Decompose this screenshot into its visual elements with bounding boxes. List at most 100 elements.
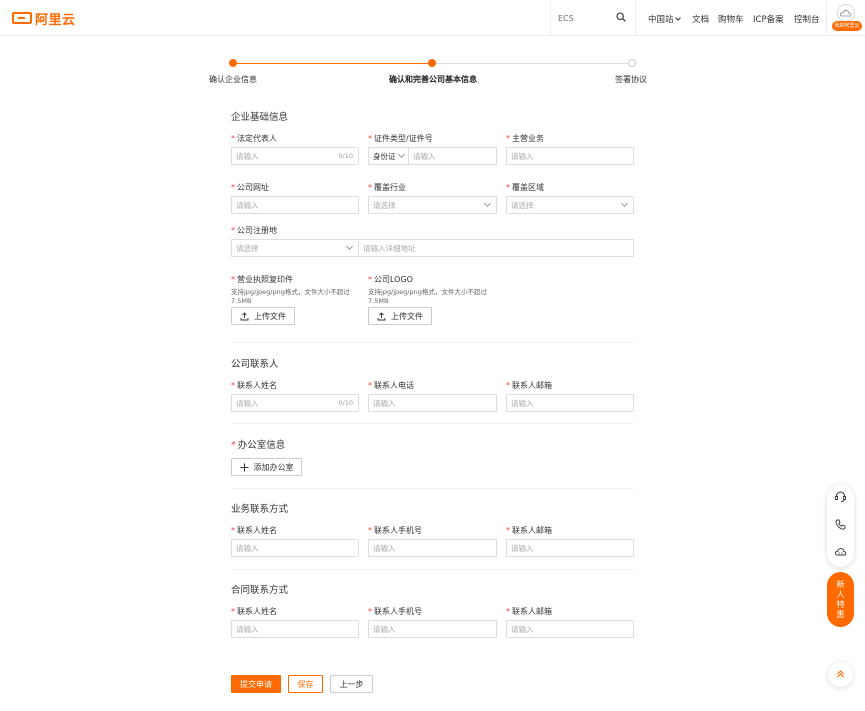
aliyun-logo[interactable]: 阿里云: [12, 10, 76, 28]
website-input[interactable]: [236, 199, 352, 211]
promo-char: 新: [836, 579, 845, 589]
nav-cart[interactable]: 购物车: [718, 13, 744, 25]
step-line-done: [237, 63, 432, 64]
section-contract-contact-title: 合同联系方式: [231, 585, 289, 596]
legal-rep-label: * 法定代表人: [231, 134, 277, 143]
license-hint: 支持jpg/jpeg/png格式，文件大小不超过7.5MB: [231, 288, 350, 305]
nav-console[interactable]: 控制台: [794, 13, 820, 25]
contract-mobile-field[interactable]: [368, 620, 497, 638]
legal-rep-input[interactable]: [236, 150, 352, 162]
contract-name-input[interactable]: [236, 623, 352, 635]
legal-rep-field[interactable]: 0/10: [231, 147, 359, 165]
new-user-promo-button[interactable]: 新 人 特 惠: [827, 572, 854, 627]
contract-mobile-input[interactable]: [373, 623, 490, 635]
website-field[interactable]: [231, 196, 359, 214]
contact-name-field[interactable]: 0/10: [231, 394, 359, 412]
contract-name-field[interactable]: [231, 620, 359, 638]
region-placeholder: 请选择: [511, 201, 534, 210]
cloud-icon[interactable]: [834, 545, 847, 558]
id-number-field[interactable]: [408, 147, 497, 165]
search-input[interactable]: [558, 11, 614, 25]
search-icon[interactable]: [616, 12, 626, 22]
id-type-value: 身份证: [373, 152, 396, 161]
logo-icon: [12, 12, 32, 24]
user-menu[interactable]: 我的阿里云: [826, 0, 865, 36]
step-label-1: 确认企业信息: [209, 75, 257, 84]
contact-phone-field[interactable]: [368, 394, 497, 412]
my-aliyun-badge[interactable]: 我的阿里云: [832, 21, 862, 31]
id-number-input[interactable]: [413, 150, 490, 162]
reg-address-label: * 公司注册地: [231, 226, 277, 235]
promo-char: 惠: [836, 609, 845, 619]
avatar[interactable]: [837, 4, 855, 22]
contact-phone-input[interactable]: [373, 397, 490, 409]
biz-email-field[interactable]: [506, 539, 634, 557]
logo-text: 阿里云: [35, 12, 76, 28]
logo-hint: 支持jpg/jpeg/png格式，文件大小不超过7.5MB: [368, 288, 487, 305]
logo-upload-label: 上传文件: [391, 311, 423, 321]
reg-address-detail-field[interactable]: [358, 239, 634, 257]
industry-label: * 覆盖行业: [368, 183, 406, 192]
biz-mobile-input[interactable]: [373, 542, 490, 554]
business-label: * 主营业务: [506, 134, 544, 143]
business-field[interactable]: [506, 147, 634, 165]
section-contact-title: 公司联系人: [231, 359, 279, 370]
contract-mobile-label: * 联系人手机号: [368, 607, 422, 616]
contract-email-field[interactable]: [506, 620, 634, 638]
prev-step-button[interactable]: 上一步: [330, 675, 373, 693]
customer-service-icon[interactable]: [834, 490, 847, 503]
step-dot-1: [229, 59, 237, 67]
biz-name-input[interactable]: [236, 542, 352, 554]
industry-select[interactable]: 请选择: [368, 196, 497, 214]
contract-email-input[interactable]: [511, 623, 627, 635]
contact-email-field[interactable]: [506, 394, 634, 412]
contact-name-label: * 联系人姓名: [231, 381, 277, 390]
upload-icon: [377, 311, 386, 320]
divider: [231, 342, 634, 343]
chevron-down-icon: [620, 199, 629, 208]
submit-button[interactable]: 提交申请: [231, 675, 281, 693]
logo-upload-button[interactable]: 上传文件: [368, 307, 432, 325]
nav-region-label: 中国站: [648, 15, 674, 25]
step-dot-2: [428, 59, 436, 67]
region-select[interactable]: 请选择: [506, 196, 634, 214]
business-input[interactable]: [511, 150, 627, 162]
biz-mobile-field[interactable]: [368, 539, 497, 557]
back-to-top-button[interactable]: [828, 662, 853, 687]
double-chevron-up-icon: [837, 670, 844, 678]
chevron-down-icon: [674, 15, 681, 21]
biz-email-input[interactable]: [511, 542, 627, 554]
step-line-pending: [432, 63, 628, 64]
id-type-select[interactable]: 身份证: [368, 147, 409, 165]
biz-mobile-label: * 联系人手机号: [368, 526, 422, 535]
section-basic-title: 企业基础信息: [231, 112, 289, 123]
reg-address-detail-input[interactable]: [363, 242, 627, 254]
floating-toolbar: [827, 485, 854, 567]
logo-label: * 公司LOGO: [368, 275, 413, 284]
contract-email-label: * 联系人邮箱: [506, 607, 552, 616]
nav-icp[interactable]: ICP备案: [753, 13, 784, 25]
contact-email-input[interactable]: [511, 397, 627, 409]
step-label-2: 确认和完善公司基本信息: [389, 75, 477, 84]
contact-name-input[interactable]: [236, 397, 352, 409]
upload-icon: [240, 311, 249, 320]
biz-name-field[interactable]: [231, 539, 359, 557]
section-office-title: * 办公室信息: [231, 440, 286, 451]
save-button[interactable]: 保存: [288, 675, 323, 693]
section-business-contact-title: 业务联系方式: [231, 504, 289, 515]
nav-docs[interactable]: 文档: [692, 13, 709, 25]
id-type-label: * 证件类型/证件号: [368, 134, 433, 143]
biz-name-label: * 联系人姓名: [231, 526, 277, 535]
contact-email-label: * 联系人邮箱: [506, 381, 552, 390]
reg-address-select[interactable]: 请选择: [231, 239, 359, 257]
nav-region[interactable]: 中国站: [648, 13, 681, 25]
phone-icon[interactable]: [834, 518, 847, 531]
website-label: * 公司网址: [231, 183, 269, 192]
step-dot-3: [628, 59, 636, 67]
contract-name-label: * 联系人姓名: [231, 607, 277, 616]
license-upload-button[interactable]: 上传文件: [231, 307, 295, 325]
add-office-button[interactable]: 添加办公室: [231, 458, 302, 476]
divider: [231, 423, 634, 424]
region-label: * 覆盖区域: [506, 183, 544, 192]
search-box[interactable]: [550, 0, 636, 36]
